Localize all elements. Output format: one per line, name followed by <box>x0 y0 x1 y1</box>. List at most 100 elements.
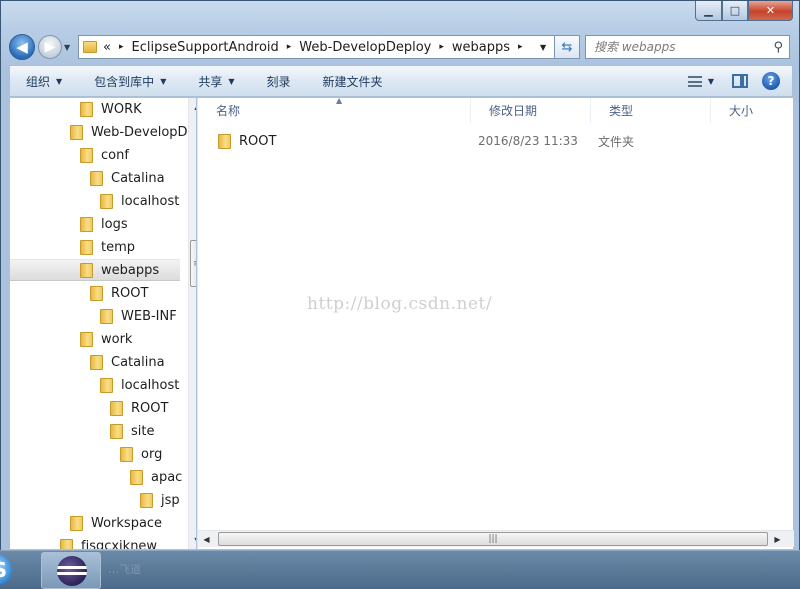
folder-icon <box>80 216 93 232</box>
scrollbar-thumb[interactable]: ≡ <box>190 240 196 287</box>
maximize-button[interactable]: □ <box>722 1 748 21</box>
tree-item-label: WORK <box>101 101 142 117</box>
forward-button[interactable]: ▶ <box>38 35 62 59</box>
search-box[interactable]: ⚲ <box>585 35 790 59</box>
breadcrumb-separator-icon[interactable]: ▸ <box>439 42 444 52</box>
organize-button[interactable]: 组织 ▼ <box>10 66 78 96</box>
chevron-down-icon: ▼ <box>56 76 63 86</box>
content-horizontal-scrollbar[interactable]: ◀ ||| ▶ <box>198 530 794 547</box>
taskbar: S …飞道 <box>0 550 800 589</box>
chevron-down-icon[interactable]: ▼ <box>708 77 714 86</box>
column-header-size[interactable]: 大小 <box>711 98 794 123</box>
taskbar-faint-text: …飞道 <box>108 563 141 576</box>
folder-icon <box>100 308 113 324</box>
tree-item[interactable]: Catalina <box>10 351 165 373</box>
new-folder-label: 新建文件夹 <box>322 74 383 89</box>
column-name-label: 名称 <box>216 104 241 118</box>
file-row[interactable]: ROOT 2016/8/23 11:33 文件夹 <box>198 130 794 152</box>
breadcrumb-separator-icon[interactable]: ▸ <box>518 42 523 52</box>
tree-item[interactable]: Workspace <box>10 512 162 534</box>
tree-item-label: jsp <box>161 492 180 508</box>
tree-item[interactable]: conf <box>10 144 129 166</box>
new-folder-button[interactable]: 新建文件夹 <box>307 66 399 96</box>
tree-item[interactable]: site <box>10 420 154 442</box>
close-button[interactable]: ✕ <box>748 1 793 21</box>
chevron-down-icon: ▼ <box>228 76 235 86</box>
folder-icon <box>90 170 103 186</box>
tree-item[interactable]: WEB-INF <box>10 305 177 327</box>
burn-button[interactable]: 刻录 <box>251 66 307 96</box>
tree-item[interactable]: ROOT <box>10 282 148 304</box>
folder-icon <box>80 331 93 347</box>
minimize-button[interactable]: ▁ <box>695 1 722 21</box>
tree-item[interactable]: fjsqcxjknew <box>10 535 157 549</box>
address-bar[interactable]: « ▸ EclipseSupportAndroid ▸ Web-DevelopD… <box>78 35 555 59</box>
folder-icon <box>80 262 93 278</box>
scroll-left-icon[interactable]: ◀ <box>198 531 215 548</box>
tree-item[interactable]: Web-DevelopD <box>10 121 188 143</box>
tree-item[interactable]: Catalina <box>10 167 165 189</box>
organize-label: 组织 <box>26 74 51 89</box>
tree-item-label: Catalina <box>111 354 165 370</box>
tree-item[interactable]: temp <box>10 236 135 258</box>
tree-item[interactable]: localhost <box>10 190 179 212</box>
taskbar-app-sogou[interactable]: S <box>0 553 38 588</box>
breadcrumb-item[interactable]: Web-DevelopDeploy <box>299 40 431 55</box>
sogou-logo-icon: S <box>0 555 12 585</box>
breadcrumb-item[interactable]: webapps <box>452 40 510 55</box>
folder-icon <box>70 124 83 140</box>
back-arrow-icon: ◀ <box>16 38 28 56</box>
column-header-type[interactable]: 类型 <box>591 98 711 123</box>
tree-item-label: work <box>101 331 133 347</box>
preview-pane-icon[interactable] <box>732 74 748 88</box>
share-button[interactable]: 共享 ▼ <box>182 66 250 96</box>
breadcrumb-separator-icon[interactable]: ▸ <box>119 42 124 52</box>
view-list-icon[interactable] <box>687 75 702 87</box>
folder-icon <box>90 354 103 370</box>
breadcrumb-item[interactable]: EclipseSupportAndroid <box>132 40 279 55</box>
tree-item-label: org <box>141 446 163 462</box>
recent-pages-button[interactable]: ▼ <box>64 43 74 52</box>
include-in-library-button[interactable]: 包含到库中 ▼ <box>78 66 182 96</box>
file-modified: 2016/8/23 11:33 <box>478 134 578 148</box>
breadcrumb-overflow[interactable]: « <box>103 40 111 55</box>
refresh-button[interactable]: ⇆ <box>555 35 580 59</box>
tree-item[interactable]: logs <box>10 213 128 235</box>
file-name: ROOT <box>239 133 277 149</box>
nav-vertical-scrollbar[interactable]: ▲ ≡ ▼ <box>188 98 196 549</box>
file-list-pane: 名称 ▲ 修改日期 类型 大小 ROOT 2016/8/23 11:33 文件夹… <box>197 96 794 549</box>
tree-item[interactable]: jsp <box>10 489 180 511</box>
address-dropdown-icon[interactable]: ▼ <box>540 43 554 52</box>
tree-item[interactable]: webapps <box>10 259 180 281</box>
search-icon[interactable]: ⚲ <box>773 40 783 55</box>
breadcrumb-separator-icon[interactable]: ▸ <box>287 42 292 52</box>
tree-item-label: Catalina <box>111 170 165 186</box>
column-header-name[interactable]: 名称 ▲ <box>198 96 471 123</box>
folder-icon <box>60 538 73 549</box>
folder-icon <box>80 239 93 255</box>
back-button[interactable]: ◀ <box>9 34 35 60</box>
tree-item[interactable]: localhost <box>10 374 179 396</box>
scroll-right-icon[interactable]: ▶ <box>769 531 786 548</box>
taskbar-app-eclipse[interactable] <box>41 552 101 589</box>
column-header-modified[interactable]: 修改日期 <box>471 98 591 123</box>
file-name-cell[interactable]: ROOT <box>218 133 277 149</box>
share-label: 共享 <box>198 74 223 89</box>
tree-item[interactable]: org <box>10 443 162 465</box>
grip-icon: ||| <box>488 534 498 544</box>
view-controls: ▼ ? <box>687 72 792 90</box>
tree-item[interactable]: work <box>10 328 132 350</box>
scrollbar-thumb[interactable]: ||| <box>218 532 768 546</box>
tree-item[interactable]: WORK <box>10 98 142 120</box>
tree-item-label: ROOT <box>111 285 149 301</box>
command-bar: 组织 ▼ 包含到库中 ▼ 共享 ▼ 刻录 新建文件夹 ▼ ? <box>9 65 793 97</box>
scroll-down-icon[interactable]: ▼ <box>189 532 196 549</box>
help-icon[interactable]: ? <box>762 72 780 90</box>
column-modified-label: 修改日期 <box>489 104 538 118</box>
scroll-up-icon[interactable]: ▲ <box>189 98 196 115</box>
tree-item[interactable]: ROOT <box>10 397 168 419</box>
file-type: 文件夹 <box>598 134 635 149</box>
folder-icon <box>140 492 153 508</box>
search-input[interactable] <box>594 40 769 54</box>
tree-item[interactable]: apac <box>10 466 182 488</box>
